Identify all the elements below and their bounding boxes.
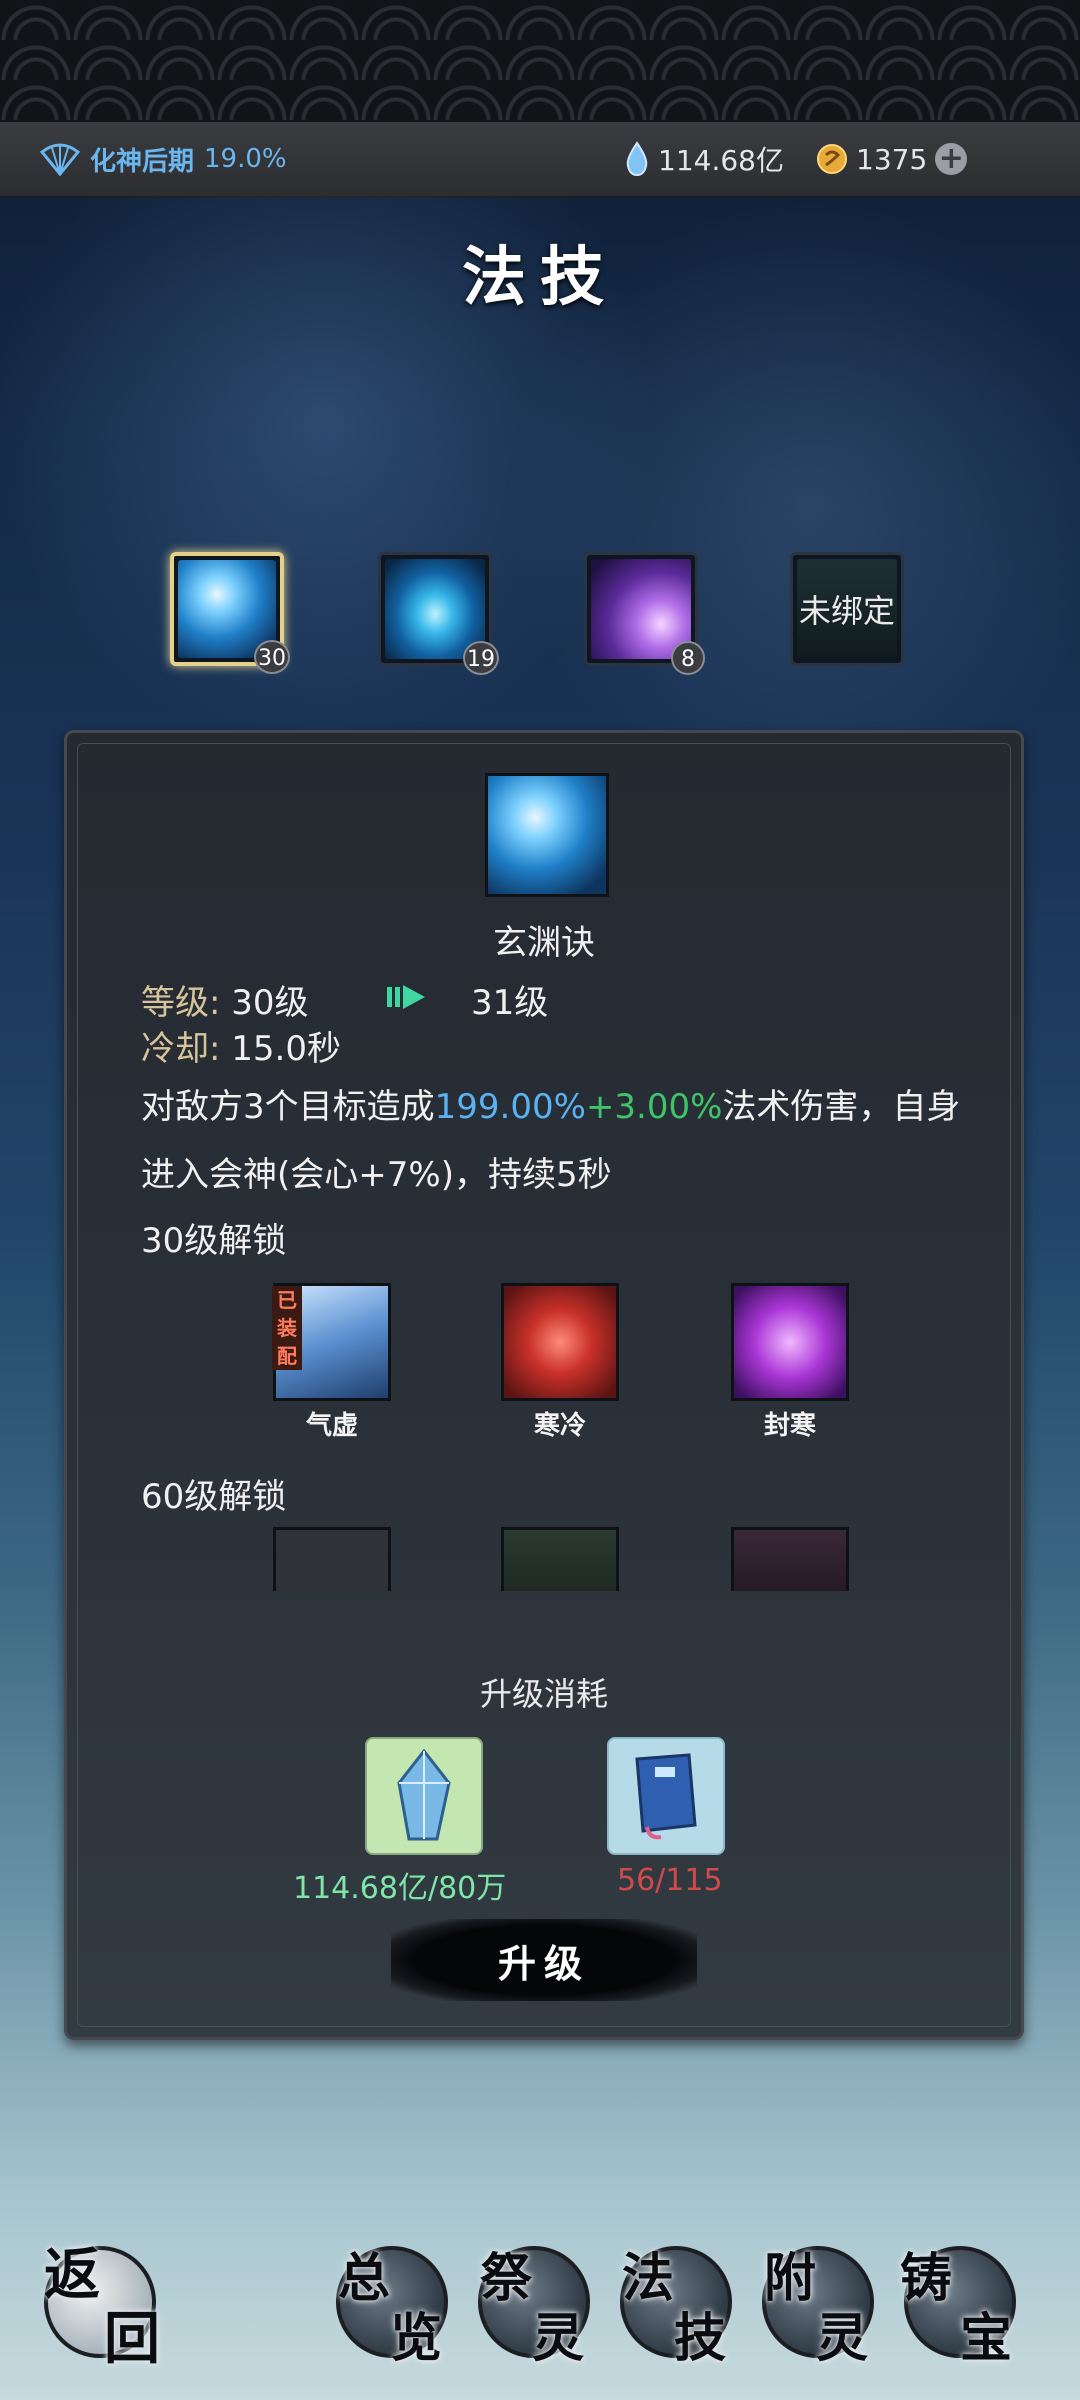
level-current: 30级 [231, 983, 309, 1023]
level-next: 31级 [471, 983, 549, 1023]
attach-char-2: 灵 [816, 2308, 869, 2369]
rune-qixu[interactable]: 已装配 [272, 1283, 391, 1401]
skills-char-1: 法 [622, 2248, 675, 2309]
skill-slot-level: 19 [463, 641, 499, 675]
realm-name: 化神后期 [90, 146, 195, 177]
realm-indicator[interactable]: 化神后期 19.0% [40, 136, 287, 182]
skill-slot-3[interactable]: 8 [584, 552, 705, 675]
level-row: 等级: 30级 [141, 975, 309, 1024]
top-wave-pattern [0, 0, 1080, 122]
skill-slot-1[interactable]: 30 [170, 552, 290, 674]
level-arrow-icon [387, 985, 425, 1009]
sacrifice-char-1: 祭 [480, 2248, 533, 2309]
desc-bonus: +3.00% [585, 1087, 723, 1127]
crystal-icon [397, 1748, 451, 1841]
sacrifice-char-2: 灵 [532, 2308, 585, 2369]
equipped-tag: 已装配 [272, 1286, 302, 1370]
spirit-crystal-cost-item[interactable] [365, 1737, 483, 1855]
locked-rune-3[interactable] [731, 1527, 849, 1591]
overview-char-1: 总 [338, 2248, 391, 2309]
rune-hanleng-label: 寒冷 [533, 1411, 586, 1441]
forge-char-2: 宝 [960, 2308, 1013, 2369]
rune-hanleng[interactable] [501, 1283, 619, 1401]
status-bar: 化神后期 19.0% 114.68亿 1375 + [0, 122, 1080, 198]
skill-detail-panel: 玄渊诀 等级: 30级 31级 冷却: 15.0秒 对敌方3个目标造成199.0… [64, 730, 1024, 2040]
skill-book-cost: 56/115 [617, 1863, 723, 1898]
add-currency-button[interactable]: + [935, 143, 968, 175]
upgrade-cost-title: 升级消耗 [479, 1675, 608, 1713]
back-char-2: 回 [104, 2306, 160, 2372]
spirit-crystal-cost: 114.68亿/80万 [293, 1871, 507, 1906]
cooldown-label: 冷却: [141, 1029, 221, 1069]
fan-icon [40, 143, 80, 176]
locked-rune-2[interactable] [501, 1527, 619, 1591]
unlock-30-title: 30级解锁 [141, 1221, 287, 1261]
upgrade-button[interactable]: 升级 [391, 1919, 697, 2001]
skill-description: 对敌方3个目标造成199.00%+3.00%法术伤害，自身进入会神(会心+7%)… [141, 1073, 961, 1209]
purple-orb-skill-icon [591, 559, 691, 659]
spirit-stone-counter: 114.68亿 [624, 136, 784, 182]
overview-char-2: 览 [390, 2308, 443, 2369]
locked-rune-1[interactable] [273, 1527, 391, 1591]
gold-value: 1375 [856, 142, 928, 176]
realm-progress: 19.0% [204, 144, 287, 174]
gold-coin-icon [817, 144, 847, 174]
desc-text-1: 对敌方3个目标造成 [141, 1087, 435, 1127]
skill-book-cost-item[interactable] [607, 1737, 725, 1855]
forge-char-1: 铸 [900, 2248, 953, 2309]
cooldown-row: 冷却: 15.0秒 [141, 1021, 341, 1070]
skills-char-2: 技 [674, 2308, 727, 2369]
skill-slot-2[interactable]: 19 [378, 552, 499, 675]
attach-char-1: 附 [764, 2248, 817, 2309]
desc-damage: 199.00% [434, 1087, 586, 1127]
level-label: 等级: [141, 983, 221, 1023]
rune-qixu-label: 气虚 [305, 1411, 358, 1441]
rune-fenghan-label: 封寒 [763, 1411, 816, 1441]
skill-name: 玄渊诀 [493, 923, 595, 963]
cooldown-value: 15.0秒 [231, 1029, 341, 1069]
spirit-stone-value: 114.68亿 [658, 144, 784, 177]
unlock-60-title: 60级解锁 [141, 1477, 287, 1517]
skill-slot-level: 8 [671, 641, 705, 675]
gold-counter: 1375 + [816, 136, 968, 182]
page-title: 法技 [462, 240, 618, 315]
unbound-label: 未绑定 [798, 592, 895, 630]
skill-book-icon [635, 1753, 697, 1840]
skill-slot-level: 30 [254, 640, 290, 674]
skill-slot-4-empty[interactable]: 未绑定 [790, 552, 904, 666]
back-char-1: 返 [44, 2242, 100, 2308]
selected-skill-icon [485, 773, 609, 897]
rune-fenghan[interactable] [731, 1283, 849, 1401]
water-drop-icon [626, 141, 648, 177]
